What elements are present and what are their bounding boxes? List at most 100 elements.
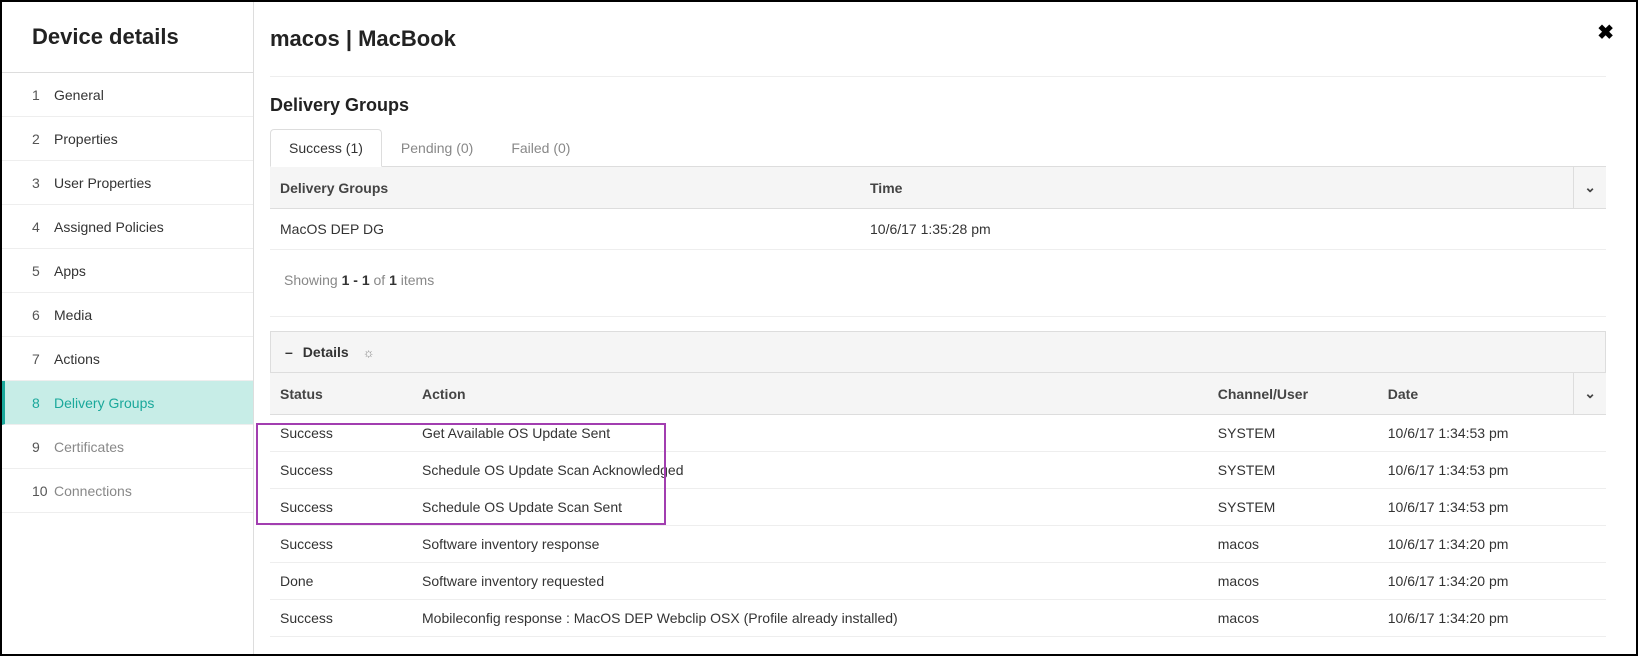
det-cell-date: 10/6/17 1:34:53 pm <box>1378 489 1574 526</box>
nav-label: Certificates <box>54 439 124 455</box>
det-cell-status: Done <box>270 563 412 600</box>
nav-label: Properties <box>54 131 118 147</box>
dg-tabs: Success (1) Pending (0) Failed (0) <box>270 128 1606 167</box>
det-cell-action: Schedule OS Update Scan Acknowledged <box>412 452 1208 489</box>
sidebar-item-connections[interactable]: 10Connections <box>2 469 253 513</box>
det-cell-action: Software inventory response <box>412 526 1208 563</box>
det-cell-status: Success <box>270 526 412 563</box>
det-cell-spacer <box>1574 415 1606 452</box>
table-row[interactable]: SuccessSoftware inventory responsemacos1… <box>270 526 1606 563</box>
nav-number: 5 <box>32 263 54 279</box>
gear-icon[interactable]: ☼ <box>363 345 375 360</box>
det-cell-spacer <box>1574 563 1606 600</box>
chevron-down-icon: ⌄ <box>1584 179 1596 195</box>
pager-range: 1 - 1 <box>342 272 370 288</box>
det-cell-channel: SYSTEM <box>1208 415 1378 452</box>
det-cell-date: 10/6/17 1:34:53 pm <box>1378 415 1574 452</box>
page-title: macos | MacBook <box>270 22 1606 77</box>
nav-label: User Properties <box>54 175 151 191</box>
nav-number: 3 <box>32 175 54 191</box>
det-cell-status: Success <box>270 600 412 637</box>
chevron-down-icon: ⌄ <box>1584 385 1596 401</box>
tab-pending[interactable]: Pending (0) <box>382 129 492 167</box>
sidebar-item-actions[interactable]: 7Actions <box>2 337 253 381</box>
sidebar-item-apps[interactable]: 5Apps <box>2 249 253 293</box>
table-row[interactable]: SuccessSchedule OS Update Scan SentSYSTE… <box>270 489 1606 526</box>
sidebar-nav: 1General 2Properties 3User Properties 4A… <box>2 73 253 513</box>
table-row[interactable]: SuccessMobileconfig response : MacOS DEP… <box>270 600 1606 637</box>
details-title: Details <box>303 344 349 360</box>
pager-total: 1 <box>389 272 397 288</box>
det-expand-toggle[interactable]: ⌄ <box>1574 373 1606 415</box>
det-cell-spacer <box>1574 600 1606 637</box>
det-cell-date: 10/6/17 1:34:53 pm <box>1378 452 1574 489</box>
sidebar: Device details 1General 2Properties 3Use… <box>2 2 254 654</box>
details-header[interactable]: – Details ☼ <box>270 331 1606 373</box>
det-cell-status: Success <box>270 452 412 489</box>
table-row[interactable]: MacOS DEP DG 10/6/17 1:35:28 pm <box>270 209 1606 250</box>
dg-cell-group: MacOS DEP DG <box>270 209 860 250</box>
sidebar-item-delivery-groups[interactable]: 8Delivery Groups <box>2 381 253 425</box>
nav-number: 1 <box>32 87 54 103</box>
det-cell-date: 10/6/17 1:34:20 pm <box>1378 563 1574 600</box>
close-icon[interactable]: ✖ <box>1597 20 1614 45</box>
sidebar-item-user-properties[interactable]: 3User Properties <box>2 161 253 205</box>
det-cell-channel: SYSTEM <box>1208 452 1378 489</box>
nav-label: Actions <box>54 351 100 367</box>
nav-number: 9 <box>32 439 54 455</box>
nav-label: Assigned Policies <box>54 219 164 235</box>
dg-cell-time: 10/6/17 1:35:28 pm <box>860 209 1606 250</box>
sidebar-item-assigned-policies[interactable]: 4Assigned Policies <box>2 205 253 249</box>
dg-col-group: Delivery Groups <box>270 167 860 209</box>
delivery-groups-table: Delivery Groups Time ⌄ MacOS DEP DG 10/6… <box>270 167 1606 250</box>
det-cell-status: Success <box>270 489 412 526</box>
det-col-date: Date <box>1378 373 1574 415</box>
det-cell-channel: SYSTEM <box>1208 489 1378 526</box>
collapse-icon: – <box>285 344 293 360</box>
nav-label: Apps <box>54 263 86 279</box>
sidebar-item-properties[interactable]: 2Properties <box>2 117 253 161</box>
pager-suffix: items <box>397 272 434 288</box>
det-col-action: Action <box>412 373 1208 415</box>
sidebar-item-media[interactable]: 6Media <box>2 293 253 337</box>
nav-number: 4 <box>32 219 54 235</box>
det-col-status: Status <box>270 373 412 415</box>
section-title-delivery-groups: Delivery Groups <box>270 77 1606 128</box>
nav-number: 2 <box>32 131 54 147</box>
det-cell-spacer <box>1574 489 1606 526</box>
det-cell-action: Get Available OS Update Sent <box>412 415 1208 452</box>
nav-number: 6 <box>32 307 54 323</box>
det-cell-date: 10/6/17 1:34:20 pm <box>1378 526 1574 563</box>
dg-expand-toggle[interactable]: ⌄ <box>1574 167 1606 209</box>
det-cell-action: Schedule OS Update Scan Sent <box>412 489 1208 526</box>
det-cell-channel: macos <box>1208 600 1378 637</box>
tab-success[interactable]: Success (1) <box>270 129 382 167</box>
tab-failed[interactable]: Failed (0) <box>492 129 589 167</box>
det-col-channel: Channel/User <box>1208 373 1378 415</box>
nav-number: 10 <box>32 483 54 499</box>
table-row[interactable]: DoneSoftware inventory requestedmacos10/… <box>270 563 1606 600</box>
nav-label: Media <box>54 307 92 323</box>
det-cell-action: Mobileconfig response : MacOS DEP Webcli… <box>412 600 1208 637</box>
det-cell-date: 10/6/17 1:34:20 pm <box>1378 600 1574 637</box>
table-row[interactable]: SuccessSchedule OS Update Scan Acknowled… <box>270 452 1606 489</box>
pager-prefix: Showing <box>284 272 342 288</box>
sidebar-title: Device details <box>2 2 253 73</box>
nav-number: 8 <box>32 395 54 411</box>
nav-label: Delivery Groups <box>54 395 154 411</box>
det-cell-action: Software inventory requested <box>412 563 1208 600</box>
det-cell-channel: macos <box>1208 563 1378 600</box>
det-cell-channel: macos <box>1208 526 1378 563</box>
nav-label: Connections <box>54 483 132 499</box>
nav-number: 7 <box>32 351 54 367</box>
sidebar-item-general[interactable]: 1General <box>2 73 253 117</box>
det-cell-status: Success <box>270 415 412 452</box>
dg-col-time: Time <box>860 167 1574 209</box>
pager: Showing 1 - 1 of 1 items <box>270 250 1606 317</box>
nav-label: General <box>54 87 104 103</box>
main-panel: ✖ macos | MacBook Delivery Groups Succes… <box>254 2 1636 654</box>
det-cell-spacer <box>1574 526 1606 563</box>
table-row[interactable]: SuccessGet Available OS Update SentSYSTE… <box>270 415 1606 452</box>
sidebar-item-certificates[interactable]: 9Certificates <box>2 425 253 469</box>
details-table: Status Action Channel/User Date ⌄ Succes… <box>270 373 1606 637</box>
